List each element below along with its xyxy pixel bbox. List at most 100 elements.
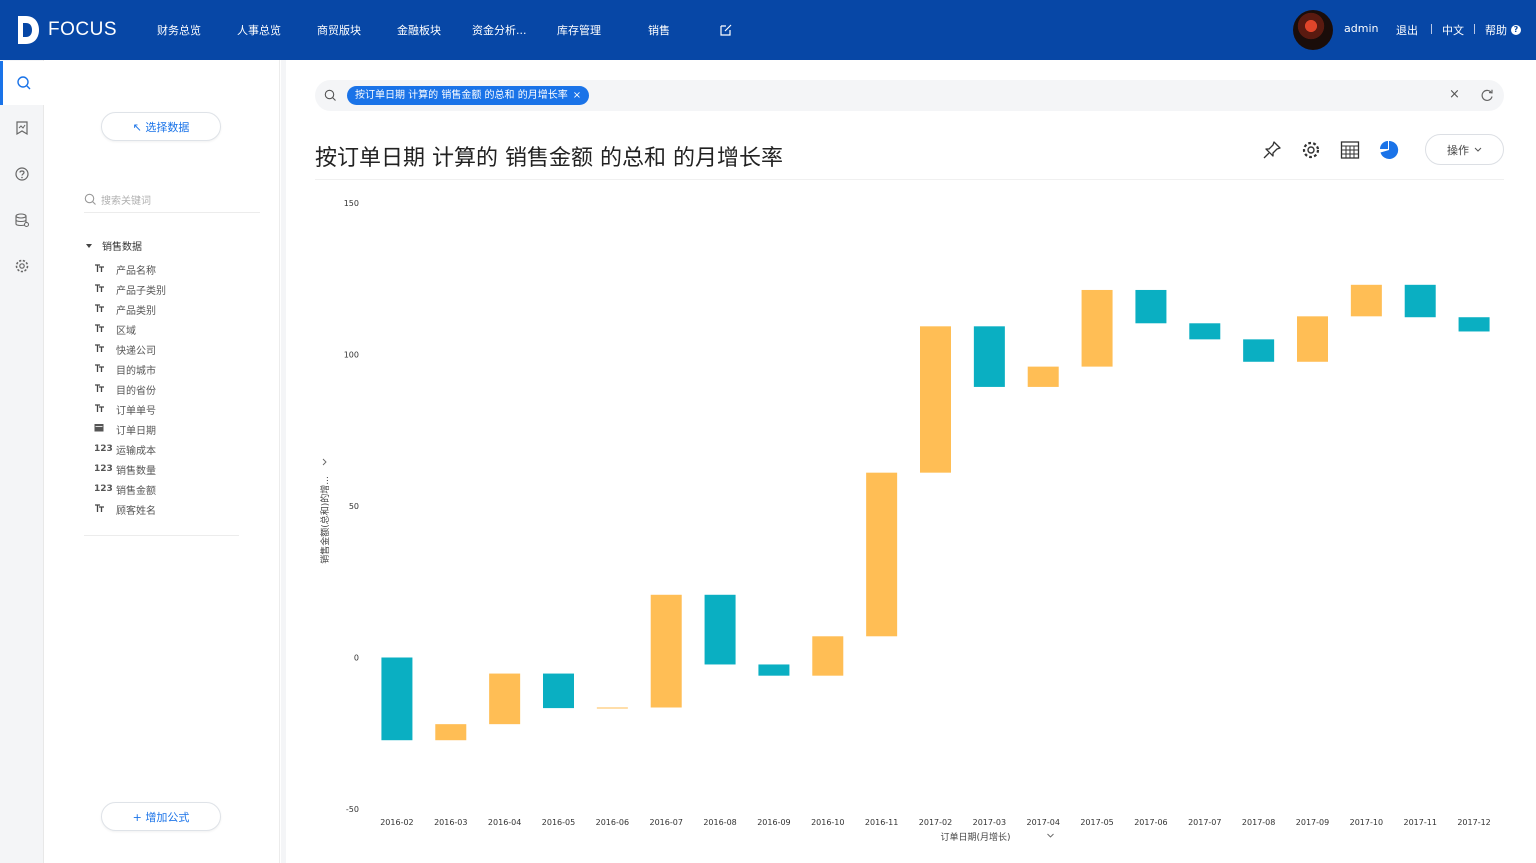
waterfall-bar[interactable] <box>1243 339 1275 362</box>
nav-item-fund-analysis[interactable]: 资金分析... <box>472 22 527 38</box>
help-link[interactable]: 帮助 <box>1485 22 1507 38</box>
nav-item-finance-overview[interactable]: 财务总览 <box>157 22 201 38</box>
database-icon <box>15 213 29 227</box>
chevron-right-icon[interactable] <box>322 458 327 466</box>
text-type-icon <box>94 343 116 356</box>
waterfall-chart: -50 0 50 100 150 2016-02 2016-03 2016-04 2016-05… <box>319 199 1491 843</box>
x-tick-label: 2017-03 <box>973 818 1006 827</box>
x-tick-label: 2016-02 <box>380 818 413 827</box>
rail-settings[interactable] <box>0 244 44 288</box>
x-tick-label: 2017-12 <box>1457 818 1490 827</box>
waterfall-bar[interactable] <box>596 707 628 709</box>
waterfall-bar[interactable] <box>650 594 682 708</box>
x-axis-label: 订单日期(月增长) <box>940 831 1010 843</box>
field-item[interactable]: 目的城市 <box>94 359 264 379</box>
field-item[interactable]: 产品名称 <box>94 259 264 279</box>
x-tick-label: 2017-11 <box>1403 818 1436 827</box>
waterfall-bar[interactable] <box>543 673 574 709</box>
settings-icon <box>15 259 29 273</box>
refresh-icon[interactable] <box>1480 88 1494 102</box>
field-item[interactable]: 区域 <box>94 319 264 339</box>
operate-button[interactable]: 操作 <box>1425 134 1504 165</box>
waterfall-bar[interactable] <box>1081 289 1113 367</box>
field-item[interactable]: 订单单号 <box>94 399 264 419</box>
number-type-icon: 123 <box>94 444 113 454</box>
waterfall-bar[interactable] <box>704 594 736 665</box>
rail-help[interactable] <box>0 152 44 196</box>
waterfall-bar[interactable] <box>920 326 951 473</box>
field-name: 运输成本 <box>116 445 156 457</box>
rail-data[interactable] <box>0 198 44 242</box>
waterfall-bar[interactable] <box>758 664 790 676</box>
x-tick-label: 2016-05 <box>542 818 575 827</box>
text-type-icon <box>94 303 116 316</box>
caret-down-icon[interactable] <box>86 243 92 248</box>
text-type-icon <box>94 283 116 296</box>
select-data-button[interactable]: ↖ 选择数据 <box>101 112 221 141</box>
table-icon[interactable] <box>1340 140 1360 160</box>
nav-item-sales[interactable]: 销售 <box>648 22 670 38</box>
chip-close-icon[interactable]: × <box>573 90 581 101</box>
waterfall-bar[interactable] <box>866 472 898 637</box>
x-tick-label: 2017-05 <box>1080 818 1113 827</box>
logout-link[interactable]: 退出 <box>1396 22 1418 38</box>
waterfall-bar[interactable] <box>489 673 521 725</box>
nav-item-trade[interactable]: 商贸版块 <box>317 22 361 38</box>
query-search-bar[interactable]: 按订单日期 计算的 销售金额 的总和 的月增长率 × × <box>315 80 1504 111</box>
field-name: 产品子类别 <box>116 285 166 297</box>
panel-resizer[interactable] <box>281 60 286 863</box>
y-tick-label: 150 <box>344 199 359 208</box>
pie-chart-icon[interactable] <box>1379 140 1399 160</box>
avatar[interactable] <box>1293 10 1333 50</box>
edit-icon[interactable] <box>719 23 733 37</box>
keyword-search[interactable]: 搜索关键词 <box>84 187 260 213</box>
brand-logo[interactable]: FOCUS <box>16 14 117 46</box>
waterfall-bar[interactable] <box>1297 316 1328 362</box>
waterfall-bar[interactable] <box>812 636 844 676</box>
field-item[interactable]: 123 运输成本 <box>94 439 264 459</box>
table-node[interactable]: 销售数据 <box>86 238 142 253</box>
x-tick-label: 2017-07 <box>1188 818 1221 827</box>
language-switch[interactable]: 中文 <box>1442 22 1464 38</box>
help-icon[interactable]: ? <box>1511 25 1521 35</box>
waterfall-bar[interactable] <box>1027 366 1059 387</box>
field-item[interactable]: 目的省份 <box>94 379 264 399</box>
clear-icon[interactable]: × <box>1449 87 1460 102</box>
nav-item-hr-overview[interactable]: 人事总览 <box>237 22 281 38</box>
field-name: 区域 <box>116 325 136 337</box>
divider <box>84 535 239 536</box>
field-item[interactable]: 123 销售数量 <box>94 459 264 479</box>
settings-icon[interactable] <box>1301 140 1321 160</box>
waterfall-bar[interactable] <box>1135 289 1167 324</box>
query-chip[interactable]: 按订单日期 计算的 销售金额 的总和 的月增长率 × <box>347 86 590 105</box>
waterfall-bar[interactable] <box>1404 284 1436 318</box>
field-item[interactable]: 顾客姓名 <box>94 499 264 519</box>
x-tick-label: 2017-08 <box>1242 818 1275 827</box>
waterfall-bar[interactable] <box>435 724 467 741</box>
top-navbar: FOCUS 财务总览 人事总览 商贸版块 金融板块 资金分析... 库存管理 销… <box>0 0 1536 60</box>
y-tick-label: -50 <box>346 805 359 814</box>
rail-search[interactable] <box>0 61 44 105</box>
waterfall-bar[interactable] <box>973 326 1005 387</box>
field-item[interactable]: 订单日期 <box>94 419 264 439</box>
waterfall-bar[interactable] <box>1458 317 1490 332</box>
username[interactable]: admin <box>1344 22 1378 35</box>
data-panel: ↖ 选择数据 搜索关键词 销售数据 产品名称产品子类别产品类别区域快递公司目的城… <box>44 60 280 863</box>
field-item[interactable]: 产品类别 <box>94 299 264 319</box>
nav-item-finance-section[interactable]: 金融板块 <box>397 22 441 38</box>
chevron-down-icon[interactable] <box>1047 833 1054 838</box>
field-item[interactable]: 123 销售金额 <box>94 479 264 499</box>
field-name: 销售金额 <box>116 485 156 497</box>
add-formula-button[interactable]: + 增加公式 <box>101 802 221 831</box>
brand-name: FOCUS <box>48 19 117 40</box>
nav-item-inventory[interactable]: 库存管理 <box>557 22 601 38</box>
waterfall-bar[interactable] <box>381 657 413 741</box>
waterfall-bar[interactable] <box>1189 323 1221 340</box>
rail-bookmarks[interactable] <box>0 106 44 150</box>
field-item[interactable]: 产品子类别 <box>94 279 264 299</box>
x-tick-label: 2017-06 <box>1134 818 1167 827</box>
field-name: 快递公司 <box>116 345 156 357</box>
field-item[interactable]: 快递公司 <box>94 339 264 359</box>
pin-icon[interactable] <box>1262 140 1282 160</box>
waterfall-bar[interactable] <box>1350 284 1382 317</box>
